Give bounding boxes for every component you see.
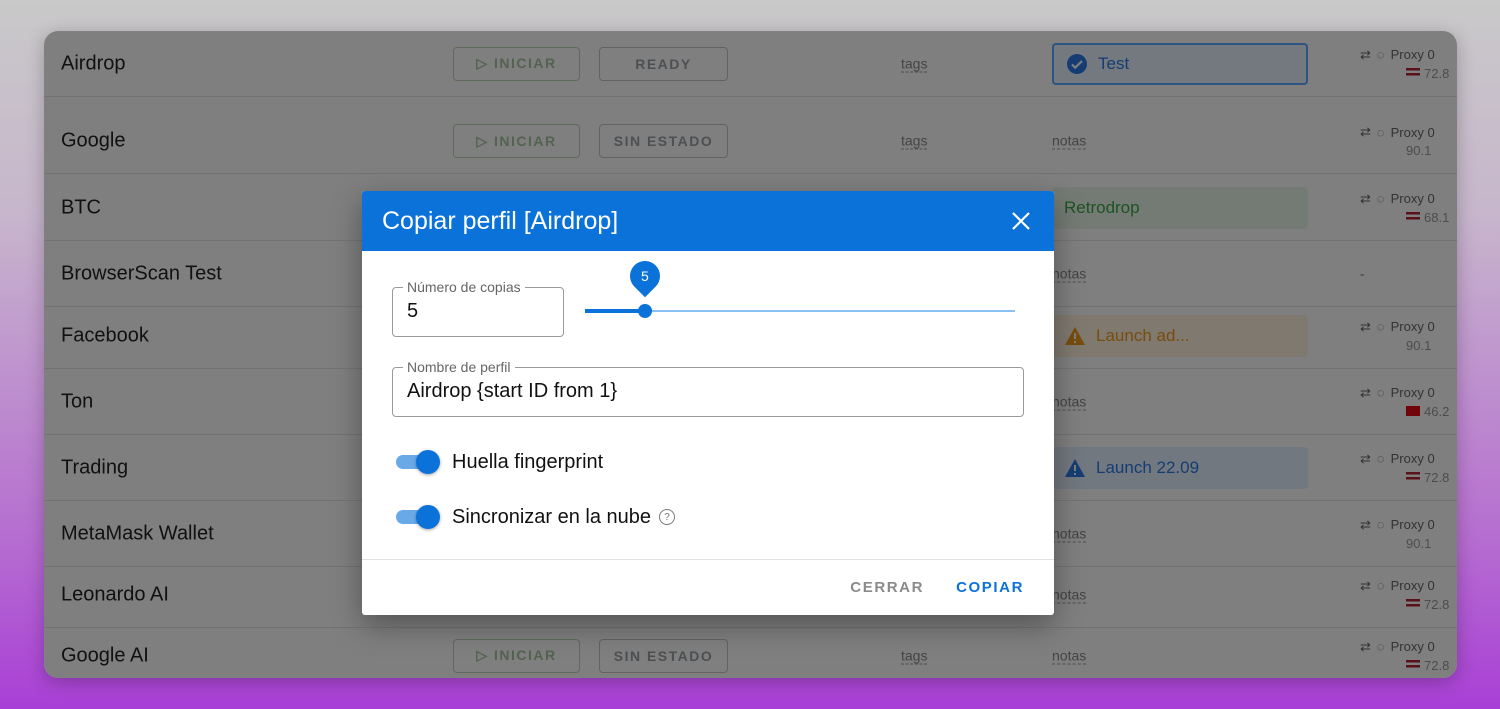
profile-name-field[interactable]: Nombre de perfil Airdrop {start ID from … [392,359,1024,417]
close-button[interactable]: CERRAR [850,579,924,596]
copies-input[interactable]: 5 [407,300,418,323]
cloud-sync-switch[interactable] [392,504,442,530]
copies-slider[interactable]: 5 [585,254,1015,326]
cloud-sync-label: Sincronizar en la nube [452,505,652,528]
fingerprint-label: Huella fingerprint [452,450,604,473]
copies-label: Número de copias [403,279,525,295]
slider-value: 5 [641,268,649,285]
profile-name-input[interactable]: Airdrop {start ID from 1} [407,380,617,403]
dialog-title: Copiar perfil [Airdrop] [382,206,619,235]
close-icon[interactable] [1008,208,1034,234]
fingerprint-toggle-row: Huella fingerprint [392,449,603,475]
slider-value-label: 5 [623,254,667,298]
copy-button[interactable]: COPIAR [956,579,1024,596]
slider-track [585,309,645,313]
cloud-sync-toggle-row: Sincronizar en la nube ? [392,504,676,530]
fingerprint-switch[interactable] [392,449,442,475]
slider-thumb[interactable] [638,304,652,318]
profile-name-label: Nombre de perfil [403,359,515,375]
copy-profile-dialog: Copiar perfil [Airdrop] Número de copias… [362,191,1054,615]
help-icon[interactable]: ? [659,509,676,525]
dialog-header: Copiar perfil [Airdrop] [362,191,1054,251]
copies-field[interactable]: Número de copias 5 [392,279,564,337]
dialog-footer: CERRAR COPIAR [362,559,1054,615]
